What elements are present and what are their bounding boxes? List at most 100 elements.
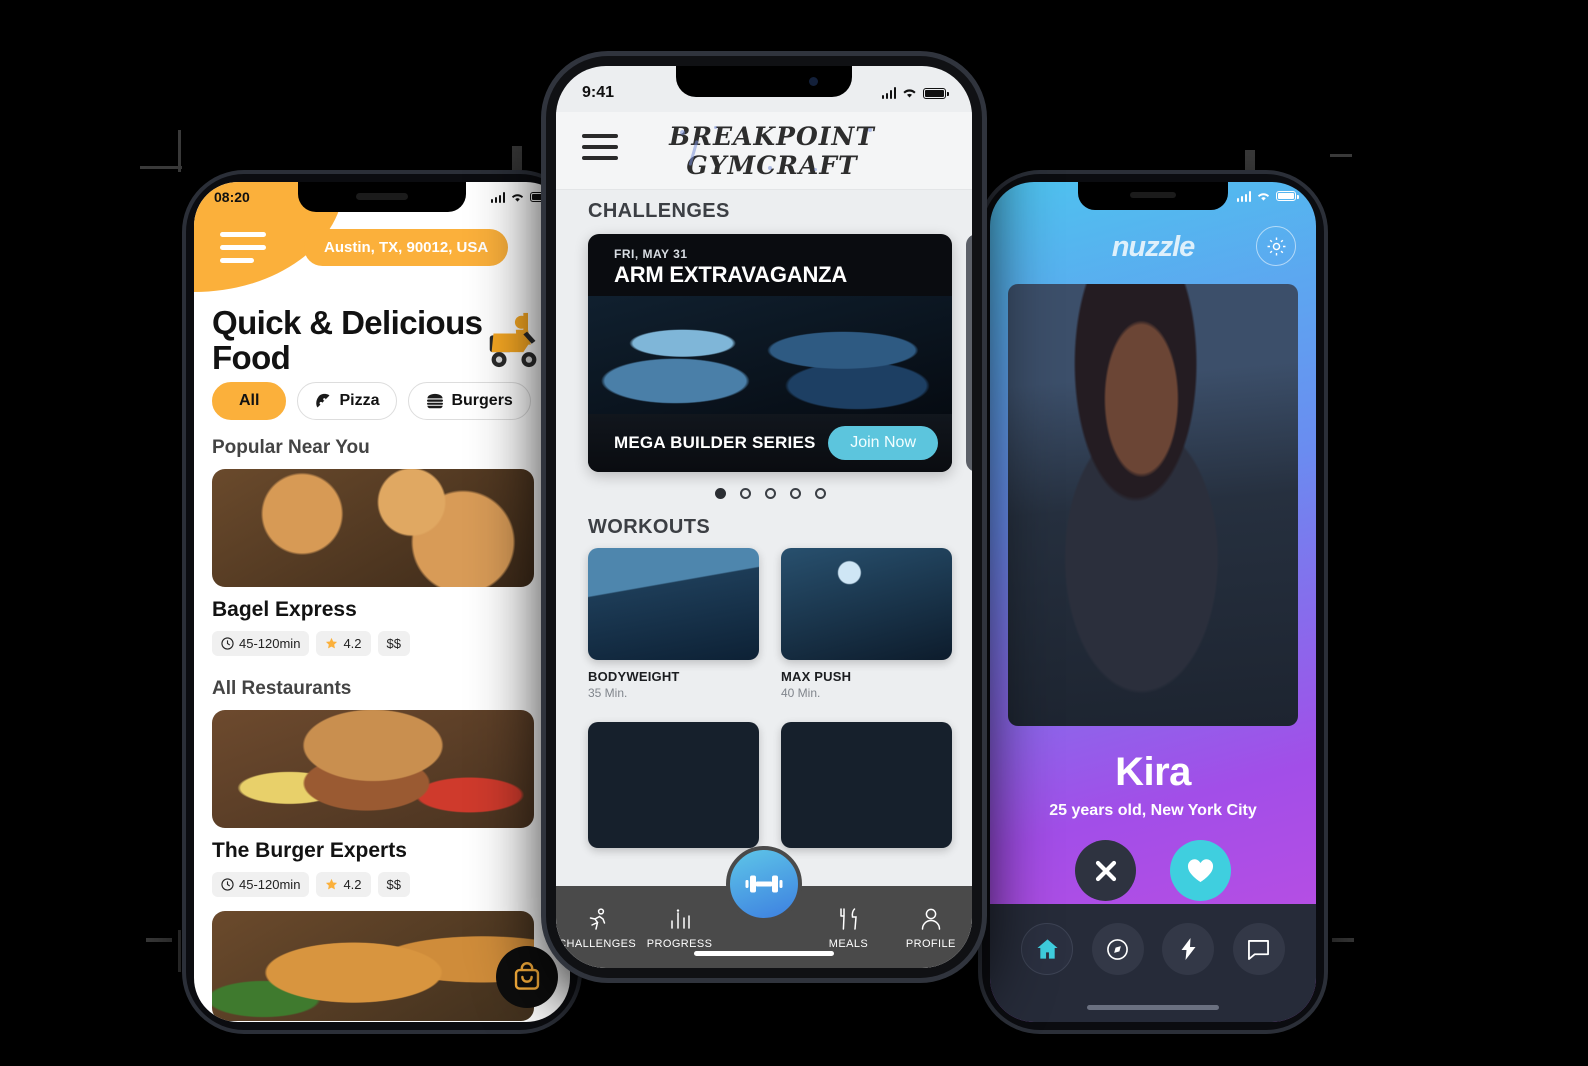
restaurant-meta: 45-120min 4.2 $$ [212,872,570,897]
tab-progress[interactable]: PROGRESS [638,905,720,950]
workout-duration: 35 Min. [588,686,628,700]
scooter-illustration [489,312,537,368]
location-pill[interactable]: Austin, TX, 90012, USA [304,229,509,266]
chip-all[interactable]: All [212,382,287,420]
list-item[interactable]: Bagel Express 45-120min 4.2 $$ [212,469,570,656]
phone-left-food-app: 08:20 Austin, TX, 90012, USA Quick & Del… [186,174,578,1030]
shopping-bag-icon [514,962,540,990]
workout-card[interactable] [781,722,952,857]
home-icon [1037,939,1058,959]
restaurant-photo[interactable] [212,911,534,1021]
close-icon [1095,860,1116,881]
chip-burgers[interactable]: Burgers [408,382,531,420]
list-item[interactable]: The Burger Experts 45-120min 4.2 $$ [212,710,570,897]
page-title: Quick & Delicious Food [212,304,483,376]
workout-duration: 40 Min. [781,686,821,700]
workout-card[interactable] [588,722,759,857]
carousel-dot[interactable] [789,488,801,499]
carousel-dot[interactable] [739,488,751,499]
battery-icon [1276,191,1299,201]
workout-photo [781,548,952,660]
crop-mark [146,938,172,942]
status-icons [490,191,553,203]
tab-profile[interactable]: PROFILE [890,905,972,950]
nope-button[interactable] [1075,840,1136,901]
nav-boost[interactable] [1162,923,1215,975]
like-button[interactable] [1170,840,1231,901]
nav-explore[interactable] [1091,923,1144,975]
home-indicator [694,951,834,956]
tab-challenges[interactable]: CHALLENGES [556,905,638,950]
restaurant-photo [212,710,534,828]
crop-mark [512,146,522,170]
tab-label: MEALS [828,937,869,950]
challenge-title: ARM EXTRAVAGANZA [614,262,848,287]
heart-icon [1187,859,1214,882]
profile-photo-card[interactable] [1008,284,1298,726]
profile-name: Kira [1115,750,1191,794]
phone-screen: nuzzle Kira 25 years old, New York City [990,182,1316,1022]
crop-mark [1245,150,1255,172]
settings-button[interactable] [1256,226,1296,266]
swipe-actions[interactable] [990,840,1316,901]
section-heading-workouts: WORKOUTS [588,516,711,538]
challenge-series: MEGA BUILDER SERIES [614,433,816,452]
restaurant-name: Bagel Express [212,598,357,621]
section-heading-challenges: CHALLENGES [588,200,730,222]
carousel-dots[interactable] [588,488,952,499]
chip-pizza[interactable]: Pizza [297,382,398,420]
rating-tag: 4.2 [316,872,371,897]
challenge-card[interactable]: FRI, MAY 31 ARM EXTRAVAGANZA MEGA BUILDE… [588,234,952,472]
cutlery-icon [807,905,889,935]
crop-mark [178,930,181,972]
workout-photo [781,722,952,848]
tab-meals[interactable]: MEALS [807,905,889,950]
restaurant-name: The Burger Experts [212,839,407,862]
profile-subtitle: 25 years old, New York City [1049,802,1257,819]
workout-name: BODYWEIGHT [588,669,680,684]
tab-label: PROGRESS [646,937,713,950]
signal-icon [490,191,505,203]
nav-home[interactable] [1021,923,1074,975]
start-workout-button[interactable] [726,846,802,922]
screenshot-canvas: 08:20 Austin, TX, 90012, USA Quick & Del… [0,0,1588,1066]
app-title: nuzzle [1111,230,1196,263]
status-time: 9:41 [582,84,615,101]
challenge-photo [588,296,952,414]
nav-chat[interactable] [1232,923,1285,975]
challenge-card-peek[interactable] [966,234,972,472]
workout-card[interactable]: BODYWEIGHT 35 Min. [588,548,759,700]
carousel-dot[interactable] [814,488,826,499]
wifi-icon [1257,192,1270,201]
phone-right-dating-app: nuzzle Kira 25 years old, New York City [982,174,1324,1030]
dumbbell-icon [745,875,783,893]
gear-icon [1267,237,1285,255]
rating-tag: 4.2 [316,631,371,656]
crop-mark [1332,938,1354,942]
tab-label: CHALLENGES [558,937,637,950]
status-bar [990,182,1316,210]
carousel-dot[interactable] [764,488,776,499]
chat-icon [1248,939,1270,960]
price-tag: $$ [377,631,410,656]
phone-screen: 08:20 Austin, TX, 90012, USA Quick & Del… [194,182,570,1022]
pizza-icon [316,393,330,407]
status-icons [1236,190,1299,202]
hamburger-icon[interactable] [582,134,618,167]
home-indicator [1087,1005,1219,1010]
workout-name: MAX PUSH [781,669,852,684]
challenge-date: FRI, MAY 31 [614,247,688,261]
crop-mark [1330,154,1352,157]
challenge-footer: MEGA BUILDER SERIES Join Now [588,414,952,472]
delivery-time-tag: 45-120min [212,872,310,897]
crop-mark [140,166,182,169]
join-now-button[interactable]: Join Now [828,426,938,460]
carousel-dot[interactable] [714,488,726,499]
restaurant-list: Popular Near You Bagel Express 45-120min [212,437,570,1021]
workout-card[interactable]: MAX PUSH 40 Min. [781,548,952,700]
hamburger-icon[interactable] [220,232,266,271]
app-title: BREAKPOINT GYMCRAFT [669,121,875,180]
category-chip-list[interactable]: All Pizza Burgers [212,382,570,420]
price-tag: $$ [377,872,410,897]
wifi-icon [511,193,524,202]
